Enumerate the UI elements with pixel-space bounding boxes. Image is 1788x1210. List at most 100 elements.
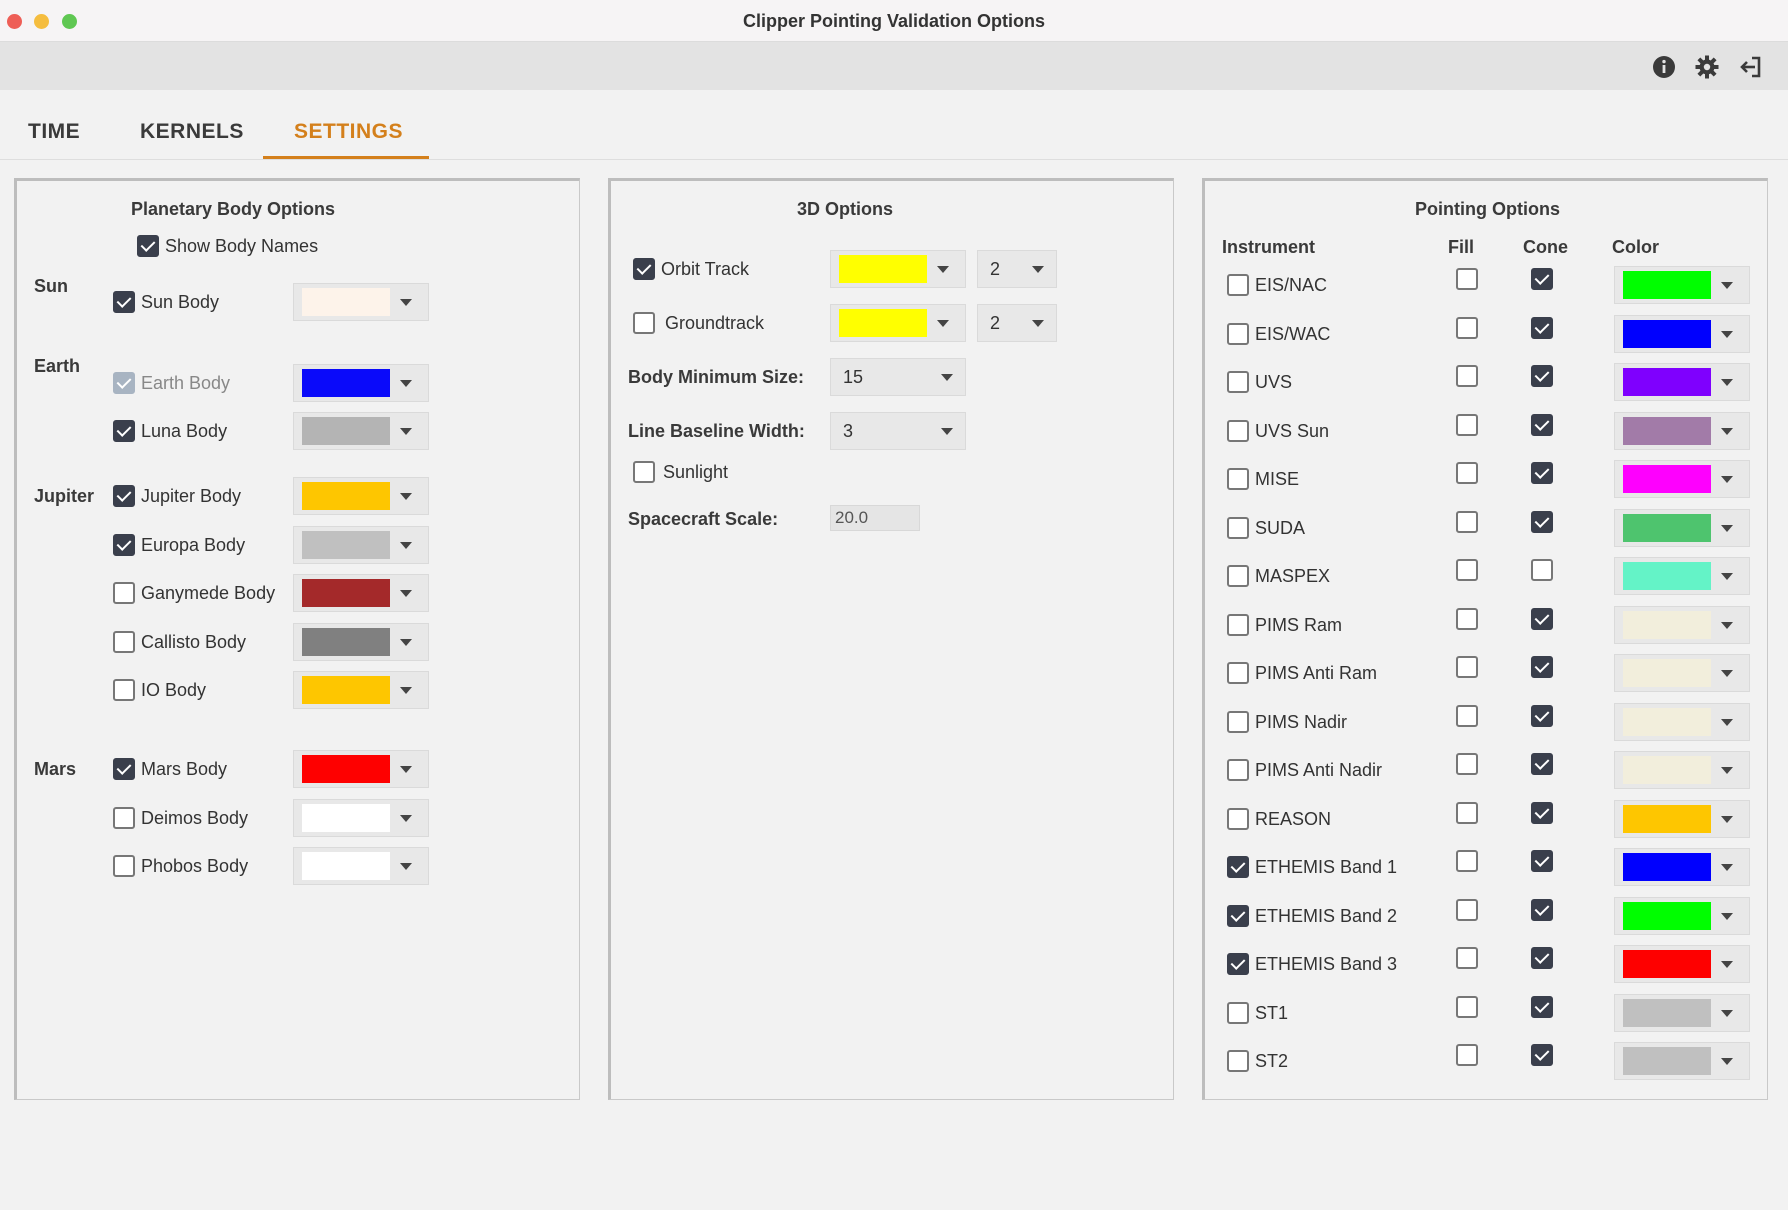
checkbox[interactable] — [1227, 565, 1249, 587]
body-color-select[interactable] — [293, 623, 429, 661]
logout-icon[interactable] — [1737, 54, 1763, 80]
checkbox[interactable] — [1227, 856, 1249, 878]
info-icon[interactable] — [1651, 54, 1677, 80]
tab-kernels[interactable]: KERNELS — [140, 120, 244, 144]
checkbox[interactable] — [1227, 468, 1249, 490]
checkbox[interactable] — [1227, 1002, 1249, 1024]
checkbox[interactable] — [1227, 274, 1249, 296]
body-checkbox[interactable]: Earth Body — [113, 370, 230, 396]
checkbox[interactable] — [113, 485, 135, 507]
body-checkbox[interactable]: Callisto Body — [113, 629, 246, 655]
cone-checkbox[interactable] — [1531, 947, 1553, 969]
instrument-color-select[interactable] — [1614, 266, 1750, 304]
checkbox[interactable] — [633, 312, 655, 334]
instrument-color-select[interactable] — [1614, 751, 1750, 789]
cone-checkbox[interactable] — [1531, 365, 1553, 387]
cone-checkbox[interactable] — [1531, 996, 1553, 1018]
fill-checkbox[interactable] — [1456, 705, 1478, 727]
fill-checkbox[interactable] — [1456, 317, 1478, 339]
body-checkbox[interactable]: Deimos Body — [113, 805, 248, 831]
cone-checkbox[interactable] — [1531, 1044, 1553, 1066]
fill-checkbox[interactable] — [1456, 268, 1478, 290]
instrument-checkbox[interactable]: SUDA — [1227, 515, 1305, 541]
checkbox[interactable] — [113, 420, 135, 442]
fill-checkbox[interactable] — [1456, 753, 1478, 775]
instrument-color-select[interactable] — [1614, 363, 1750, 401]
checkbox[interactable] — [1227, 808, 1249, 830]
body-color-select[interactable] — [293, 283, 429, 321]
body-minimum-size-select[interactable]: 15 — [830, 358, 966, 396]
line-baseline-width-select[interactable]: 3 — [830, 412, 966, 450]
fill-checkbox[interactable] — [1456, 414, 1478, 436]
orbit-track-color-select[interactable] — [830, 250, 966, 288]
checkbox[interactable] — [113, 291, 135, 313]
cone-checkbox[interactable] — [1531, 462, 1553, 484]
cone-checkbox[interactable] — [1531, 317, 1553, 339]
instrument-checkbox[interactable]: EIS/NAC — [1227, 272, 1327, 298]
instrument-checkbox[interactable]: PIMS Anti Ram — [1227, 660, 1377, 686]
instrument-checkbox[interactable]: REASON — [1227, 806, 1331, 832]
checkbox[interactable] — [113, 855, 135, 877]
instrument-color-select[interactable] — [1614, 654, 1750, 692]
checkbox[interactable] — [1227, 711, 1249, 733]
gear-icon[interactable] — [1694, 54, 1720, 80]
fill-checkbox[interactable] — [1456, 1044, 1478, 1066]
groundtrack-width-select[interactable]: 2 — [977, 304, 1057, 342]
fill-checkbox[interactable] — [1456, 559, 1478, 581]
spacecraft-scale-input[interactable]: 20.0 — [830, 505, 920, 531]
fill-checkbox[interactable] — [1456, 850, 1478, 872]
body-color-select[interactable] — [293, 847, 429, 885]
cone-checkbox[interactable] — [1531, 268, 1553, 290]
tab-time[interactable]: TIME — [28, 120, 80, 144]
body-color-select[interactable] — [293, 364, 429, 402]
instrument-color-select[interactable] — [1614, 848, 1750, 886]
instrument-checkbox[interactable]: UVS — [1227, 369, 1292, 395]
cone-checkbox[interactable] — [1531, 850, 1553, 872]
body-checkbox[interactable]: Sun Body — [113, 289, 219, 315]
instrument-checkbox[interactable]: EIS/WAC — [1227, 321, 1330, 347]
body-color-select[interactable] — [293, 671, 429, 709]
body-color-select[interactable] — [293, 412, 429, 450]
fill-checkbox[interactable] — [1456, 899, 1478, 921]
body-checkbox[interactable]: Jupiter Body — [113, 483, 241, 509]
instrument-color-select[interactable] — [1614, 945, 1750, 983]
instrument-checkbox[interactable]: ETHEMIS Band 2 — [1227, 903, 1397, 929]
checkbox[interactable] — [1227, 517, 1249, 539]
instrument-color-select[interactable] — [1614, 800, 1750, 838]
orbit-track-checkbox[interactable]: Orbit Track — [633, 256, 749, 282]
checkbox[interactable] — [1227, 371, 1249, 393]
instrument-color-select[interactable] — [1614, 557, 1750, 595]
checkbox[interactable] — [1227, 759, 1249, 781]
cone-checkbox[interactable] — [1531, 705, 1553, 727]
fill-checkbox[interactable] — [1456, 947, 1478, 969]
instrument-color-select[interactable] — [1614, 606, 1750, 644]
instrument-color-select[interactable] — [1614, 994, 1750, 1032]
checkbox[interactable] — [113, 582, 135, 604]
instrument-checkbox[interactable]: PIMS Anti Nadir — [1227, 757, 1382, 783]
checkbox[interactable] — [1227, 614, 1249, 636]
instrument-checkbox[interactable]: UVS Sun — [1227, 418, 1329, 444]
cone-checkbox[interactable] — [1531, 753, 1553, 775]
instrument-color-select[interactable] — [1614, 509, 1750, 547]
body-checkbox[interactable]: Europa Body — [113, 532, 245, 558]
fill-checkbox[interactable] — [1456, 802, 1478, 824]
instrument-color-select[interactable] — [1614, 1042, 1750, 1080]
instrument-checkbox[interactable]: ST2 — [1227, 1048, 1288, 1074]
cone-checkbox[interactable] — [1531, 802, 1553, 824]
fill-checkbox[interactable] — [1456, 656, 1478, 678]
orbit-track-width-select[interactable]: 2 — [977, 250, 1057, 288]
instrument-color-select[interactable] — [1614, 315, 1750, 353]
instrument-checkbox[interactable]: ST1 — [1227, 1000, 1288, 1026]
body-color-select[interactable] — [293, 574, 429, 612]
fill-checkbox[interactable] — [1456, 365, 1478, 387]
cone-checkbox[interactable] — [1531, 656, 1553, 678]
groundtrack-color-select[interactable] — [830, 304, 966, 342]
checkbox[interactable] — [113, 758, 135, 780]
instrument-checkbox[interactable]: ETHEMIS Band 1 — [1227, 854, 1397, 880]
body-color-select[interactable] — [293, 477, 429, 515]
fill-checkbox[interactable] — [1456, 462, 1478, 484]
fill-checkbox[interactable] — [1456, 996, 1478, 1018]
fill-checkbox[interactable] — [1456, 608, 1478, 630]
checkbox[interactable] — [1227, 662, 1249, 684]
instrument-color-select[interactable] — [1614, 897, 1750, 935]
